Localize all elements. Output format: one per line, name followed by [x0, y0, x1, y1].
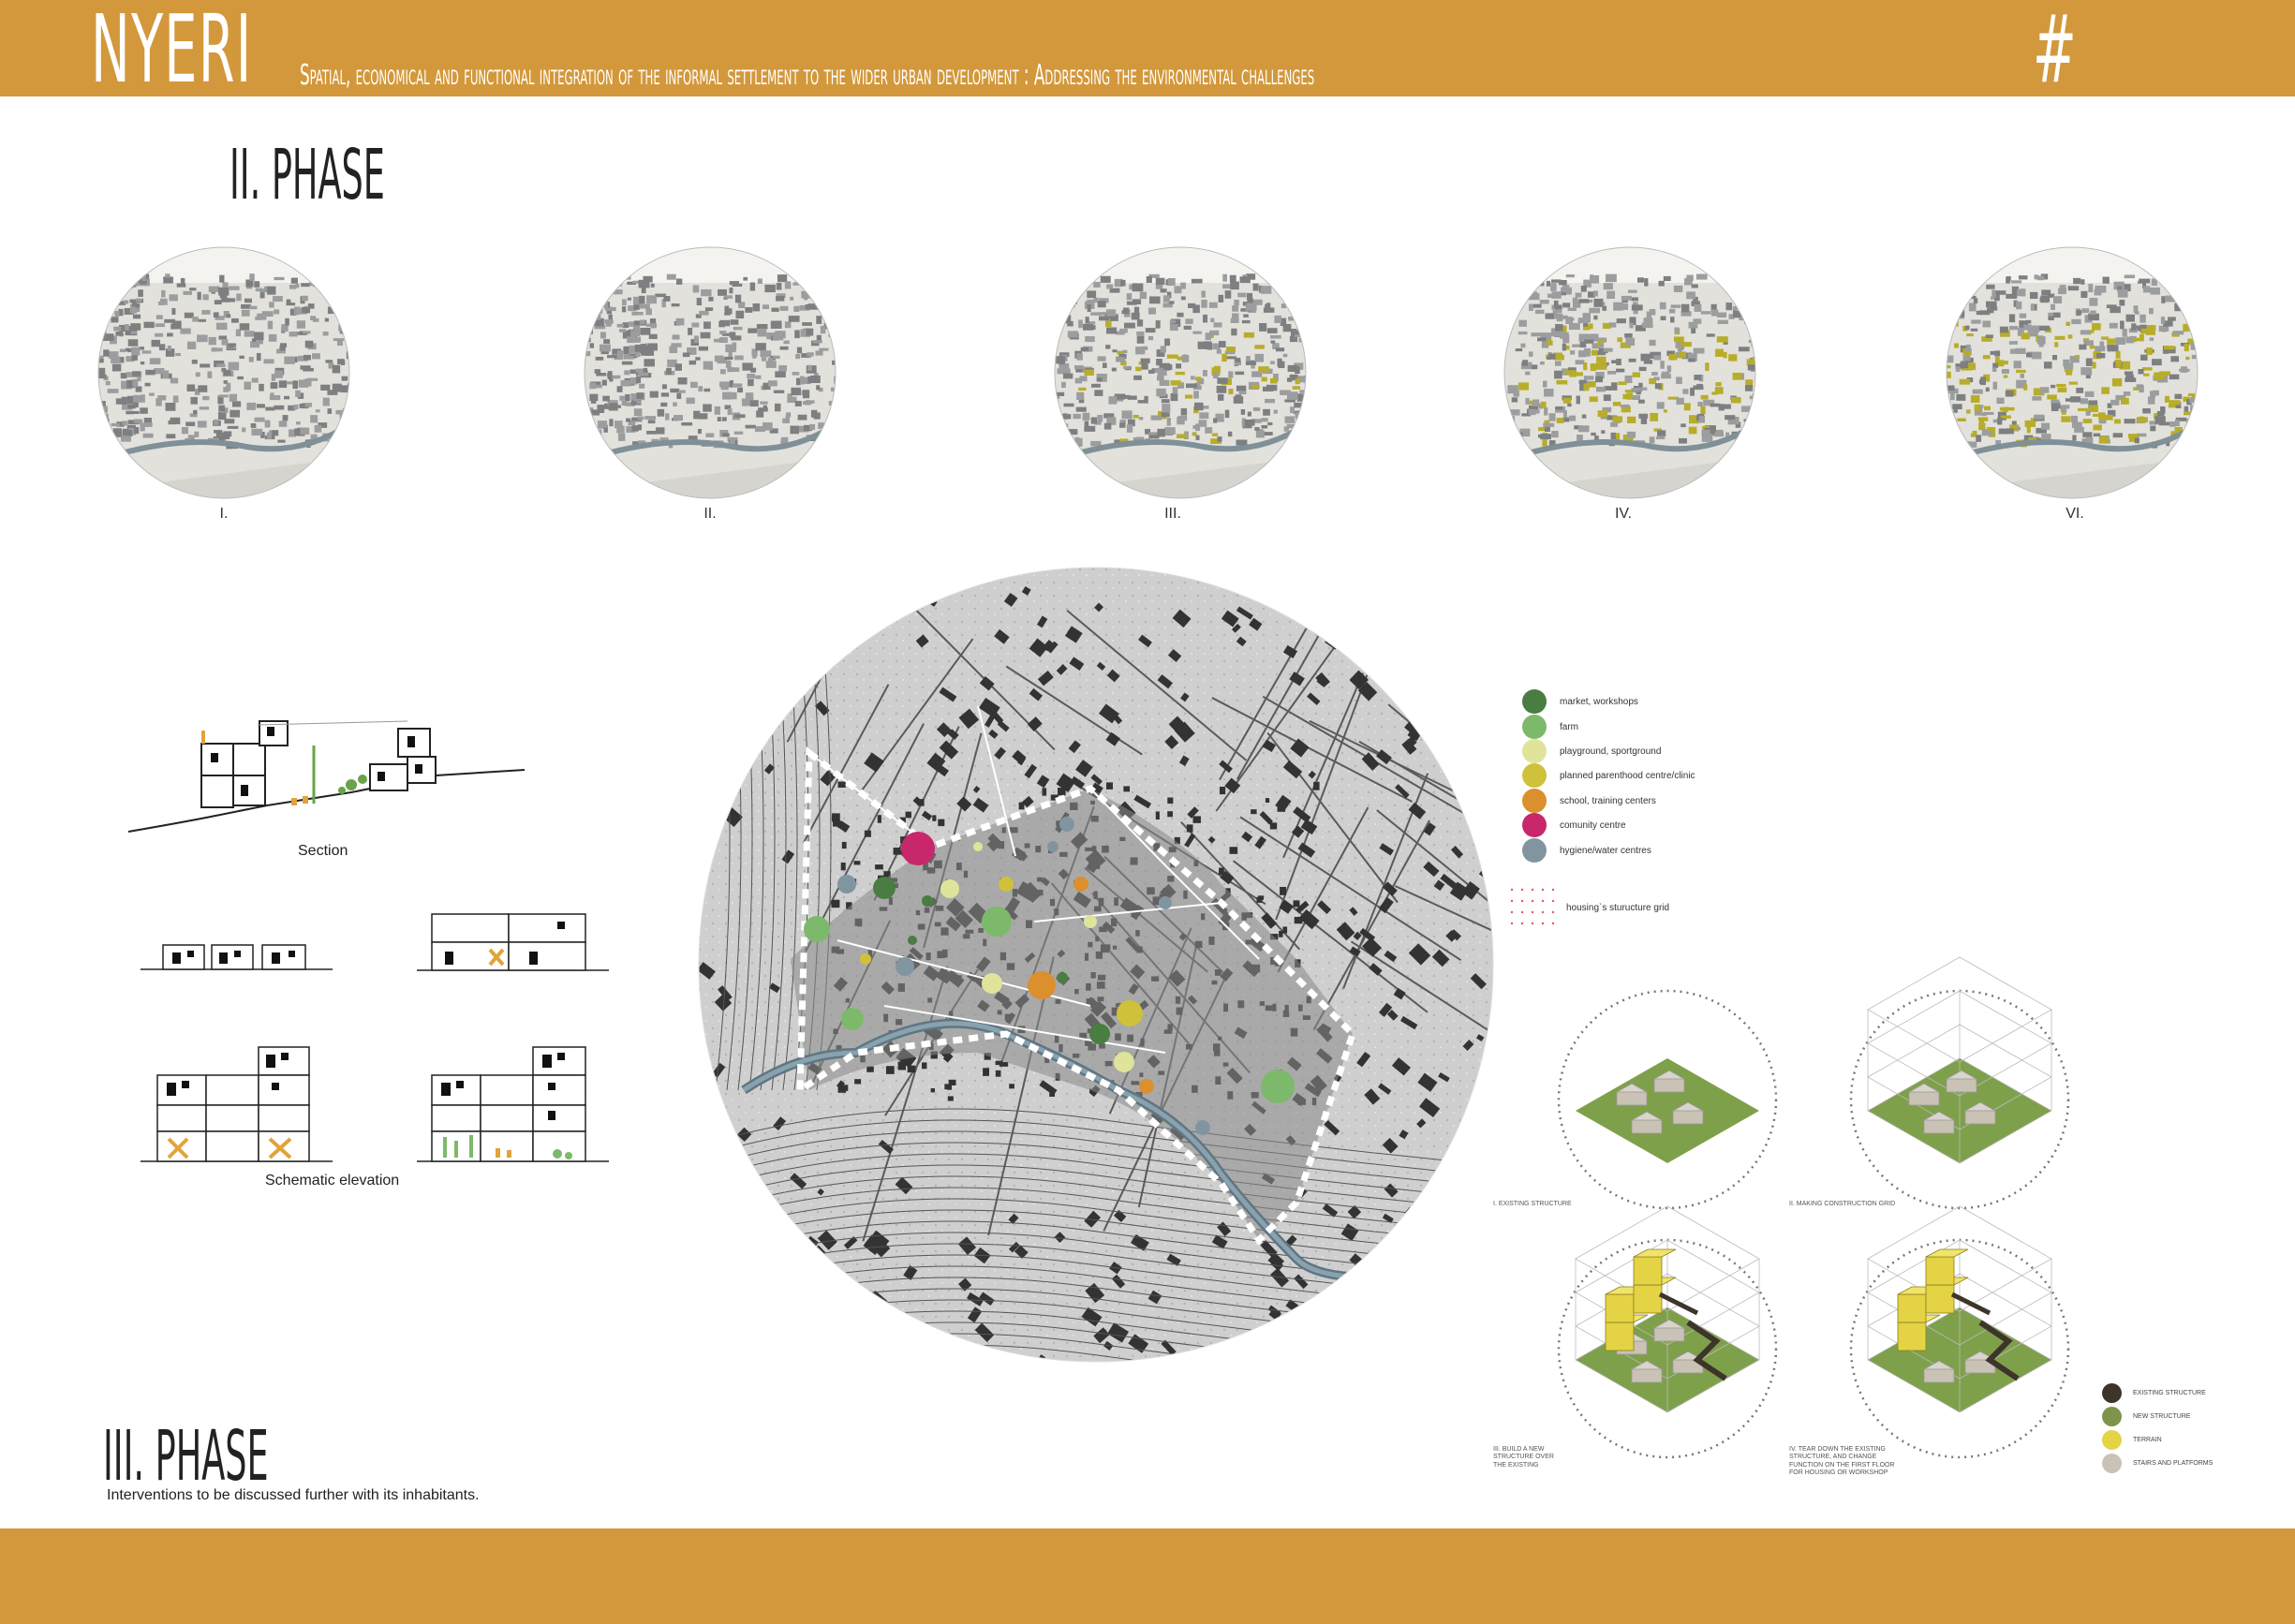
map-facility-dot — [1089, 1024, 1110, 1044]
map-facility-dot — [1117, 1000, 1143, 1026]
legend-item-playground: playground, sportground — [1522, 739, 1661, 763]
legend-swatch-playground — [1522, 739, 1547, 763]
map-facility-dot — [1084, 915, 1097, 928]
site-map — [698, 567, 1494, 1363]
material-terrain: TERRAIN — [2102, 1429, 2162, 1450]
map-facility-dot — [1159, 896, 1172, 909]
stage-render-1 — [96, 245, 351, 500]
legend-label: market, workshops — [1560, 696, 1638, 707]
legend-swatch-clinic — [1522, 763, 1547, 788]
map-facility-dot — [973, 842, 983, 851]
stage-render-4 — [1503, 245, 1757, 500]
legend-label: hygiene/water centres — [1560, 845, 1651, 856]
map-facility-dot — [940, 879, 959, 898]
stage-render-2 — [583, 245, 837, 500]
material-swatch — [2102, 1406, 2122, 1426]
map-facility-dot — [1114, 1052, 1134, 1072]
map-facility-dot — [922, 895, 933, 907]
stage-label-3: III. — [1164, 506, 1181, 522]
legend-item-community: comunity centre — [1522, 813, 1626, 837]
grid-legend-label: housing`s sturucture grid — [1566, 903, 1670, 913]
legend-label: planned parenthood centre/clinic — [1560, 770, 1695, 781]
material-label: EXISTING STRUCTURE — [2133, 1389, 2206, 1396]
elevation-drawing-4 — [417, 1046, 609, 1162]
map-facility-dot — [873, 877, 896, 899]
legend-swatch-school — [1522, 789, 1547, 813]
map-facility-dot — [982, 973, 1002, 994]
material-label: TERRAIN — [2133, 1436, 2162, 1443]
construction-step-1-caption: I. EXISTING STRUCTURE — [1493, 1201, 1572, 1207]
legend-item-market: market, workshops — [1522, 689, 1638, 714]
map-facility-dot — [1047, 841, 1059, 852]
map-facility-dot — [1261, 1070, 1295, 1103]
grid-legend-swatch — [1510, 888, 1555, 925]
project-title: NYERI — [91, 0, 253, 104]
footer-band — [0, 1528, 2295, 1624]
legend-item-school: school, training centers — [1522, 789, 1656, 813]
map-facility-dot — [896, 957, 914, 976]
stage-label-5: VI. — [2066, 506, 2084, 522]
legend-item-hygiene: hygiene/water centres — [1522, 838, 1651, 863]
material-swatch — [2102, 1453, 2122, 1473]
legend-item-farm: farm — [1522, 715, 1578, 739]
material-existing-structure: EXISTING STRUCTURE — [2102, 1382, 2206, 1403]
material-new-structure: NEW STRUCTURE — [2102, 1406, 2191, 1426]
map-facility-dot — [1028, 971, 1056, 999]
phase-two-title: II. PHASE — [230, 135, 385, 215]
project-number: # 4009 — [2033, 0, 2166, 207]
map-facility-dot — [982, 907, 1012, 937]
project-subtitle: Spatial, economical and functional integ… — [300, 59, 1315, 92]
map-facility-dot — [1073, 877, 1088, 892]
section-caption: Section — [298, 843, 348, 859]
material-label: STAIRS AND PLATFORMS — [2133, 1459, 2214, 1467]
stage-label-1: I. — [219, 506, 229, 522]
stage-label-4: IV. — [1614, 506, 1633, 522]
legend-item-clinic: planned parenthood centre/clinic — [1522, 763, 1695, 788]
elevation-caption: Schematic elevation — [265, 1173, 400, 1188]
material-stairs-platforms: STAIRS AND PLATFORMS — [2102, 1453, 2214, 1473]
map-facility-dot — [1139, 1079, 1154, 1094]
construction-step-3-caption: III. BUILD A NEW STRUCTURE OVER THE EXIS… — [1493, 1446, 1554, 1469]
legend-label: playground, sportground — [1560, 746, 1662, 757]
construction-step-3-diagram — [1557, 1205, 1778, 1459]
map-facility-dot — [860, 953, 871, 965]
map-facility-dot — [837, 875, 856, 893]
map-facility-dot — [841, 1008, 864, 1030]
material-swatch — [2102, 1382, 2122, 1403]
legend-swatch-farm — [1522, 715, 1547, 739]
material-swatch — [2102, 1429, 2122, 1450]
stage-render-5 — [1945, 245, 2199, 500]
material-label: NEW STRUCTURE — [2133, 1412, 2191, 1420]
legend-label: school, training centers — [1560, 795, 1656, 806]
phase-three-title: III. PHASE — [103, 1416, 269, 1497]
map-facility-dot — [908, 936, 917, 945]
stage-render-3 — [1053, 245, 1308, 500]
section-drawing — [127, 720, 526, 833]
construction-step-2-diagram — [1849, 956, 2070, 1210]
stage-label-2: II. — [703, 506, 717, 522]
map-facility-dot — [804, 916, 830, 942]
construction-step-4-diagram — [1849, 1205, 2070, 1459]
map-facility-dot — [901, 832, 935, 865]
phase-three-note: Interventions to be discussed further wi… — [107, 1487, 480, 1503]
map-facility-dot — [999, 877, 1014, 892]
construction-step-4-caption: IV. TEAR DOWN THE EXISTING STRUCTURE, AN… — [1789, 1446, 1895, 1477]
legend-label: farm — [1560, 721, 1578, 732]
map-facility-dot — [1059, 817, 1074, 832]
construction-step-1-diagram — [1557, 989, 1778, 1210]
legend-swatch-market — [1522, 689, 1547, 714]
legend-swatch-hygiene — [1522, 838, 1547, 863]
legend-label: comunity centre — [1560, 819, 1626, 831]
legend-swatch-community — [1522, 813, 1547, 837]
map-facility-dot — [1057, 972, 1068, 983]
elevation-drawing-2 — [417, 913, 609, 971]
map-facility-dot — [1195, 1120, 1210, 1135]
elevation-drawing-1 — [141, 944, 333, 970]
elevation-drawing-3 — [141, 1046, 333, 1162]
construction-step-2-caption: II. MAKING CONSTRUCTION GRID — [1789, 1201, 1896, 1207]
